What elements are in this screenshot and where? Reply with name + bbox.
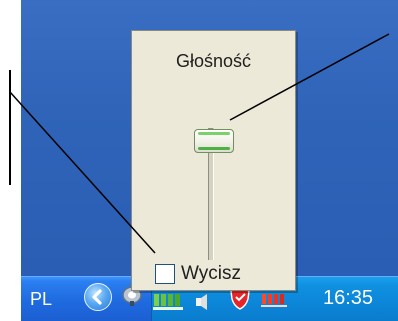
callout-line-slider (229, 33, 390, 121)
callout-line-mute (9, 91, 156, 254)
callout-lines (9, 33, 390, 254)
